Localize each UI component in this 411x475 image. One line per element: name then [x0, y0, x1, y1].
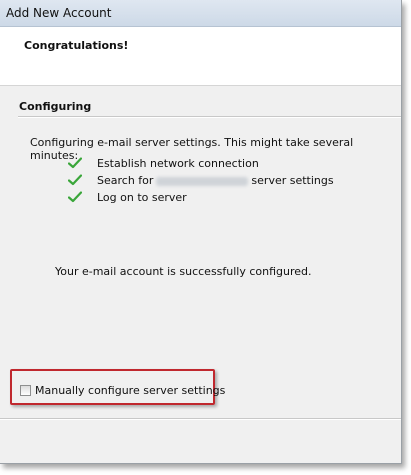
footer-divider	[0, 418, 401, 420]
success-message: Your e-mail account is successfully conf…	[55, 265, 312, 278]
window-title: Add New Account	[6, 6, 112, 20]
manual-config-label[interactable]: Manually configure server settings	[35, 384, 225, 397]
check-icon	[68, 157, 82, 169]
configuring-section: Configuring Configuring e-mail server se…	[0, 86, 401, 404]
check-icon	[68, 191, 82, 203]
header-panel: Congratulations!	[0, 27, 401, 86]
manual-config-option[interactable]: Manually configure server settings	[20, 384, 225, 397]
check-icon	[68, 174, 82, 186]
section-divider	[18, 116, 401, 118]
step-label: Search for server settings	[97, 174, 334, 187]
section-title: Configuring	[19, 100, 92, 113]
step-label: Establish network connection	[97, 157, 259, 170]
congratulations-heading: Congratulations!	[24, 39, 129, 52]
add-account-dialog: Add New Account Congratulations! Configu…	[0, 0, 402, 464]
manual-config-checkbox[interactable]	[20, 385, 31, 396]
step-label-suffix: server settings	[251, 174, 334, 187]
step-label: Log on to server	[97, 191, 187, 204]
step-label-prefix: Search for	[97, 174, 154, 187]
redacted-server-name	[156, 176, 249, 186]
title-bar[interactable]: Add New Account	[0, 0, 401, 27]
